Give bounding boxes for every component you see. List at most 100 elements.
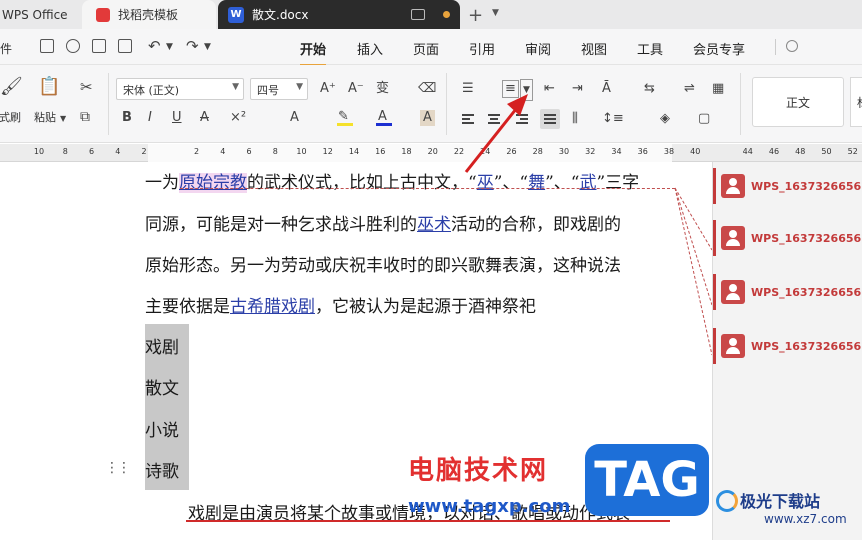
menu-member[interactable]: 会员专享 <box>693 39 745 58</box>
paragraph-line-3[interactable]: 原始形态。另一为劳动或庆祝丰收时的即兴歌舞表演，这种说法 <box>145 251 621 276</box>
line-spacing-icon[interactable]: ↕≡ <box>602 111 624 127</box>
align-center-button[interactable] <box>484 109 504 129</box>
share-icon[interactable] <box>66 39 80 53</box>
paragraph-line-1[interactable]: 一为原始宗教的武术仪式，比如上古中文，“巫”、“舞”、“武”三字 <box>145 168 639 193</box>
phonetic-guide-icon[interactable]: 变 <box>376 81 389 97</box>
hyperlink-wu-2[interactable]: 舞 <box>528 173 545 193</box>
show-marks-icon[interactable]: ⇌ <box>684 81 695 97</box>
style-normal[interactable]: 正文 <box>752 77 844 127</box>
text-effects-icon[interactable]: A <box>290 110 299 126</box>
paragraph-line-4[interactable]: 主要依据是古希腊戏剧，它被认为是起源于酒神祭祀 <box>145 292 536 317</box>
font-size-select[interactable]: 四号 ▼ <box>250 78 308 100</box>
comment-card[interactable]: WPS_1637326656 <box>713 328 862 364</box>
redo-chevron-icon[interactable]: ▼ <box>204 39 211 55</box>
distributed-align-icon[interactable]: ⫼ <box>572 111 578 127</box>
numbered-list-icon[interactable]: ≡ <box>502 80 519 98</box>
tab-template[interactable]: 找稻壳模板 <box>82 0 216 29</box>
screen-icon[interactable] <box>411 9 425 20</box>
character-shading-icon[interactable]: A <box>420 110 435 126</box>
copy-icon[interactable]: ⧉ <box>80 109 90 125</box>
text-run: ，它被认为是起源于酒神祭祀 <box>315 297 536 317</box>
avatar <box>721 174 745 198</box>
table-grid-icon[interactable]: ▦ <box>712 81 724 97</box>
menu-review[interactable]: 审阅 <box>525 39 551 58</box>
text-run: 同源，可能是对一种乞求战斗胜利的 <box>145 215 417 235</box>
format-painter-icon[interactable]: 🖌 <box>0 78 23 96</box>
ruler-tick: 8 <box>272 147 278 156</box>
borders-icon[interactable]: ▢ <box>698 111 710 127</box>
font-shrink-icon[interactable]: A⁻ <box>348 81 364 97</box>
font-size-value: 四号 <box>257 84 279 97</box>
text-direction-icon[interactable]: ⇆ <box>644 81 655 97</box>
undo-icon[interactable]: ↶ <box>148 38 161 54</box>
hyperlink-greek-drama[interactable]: 古希腊戏剧 <box>230 297 315 317</box>
menu-view[interactable]: 视图 <box>581 39 607 58</box>
text-run: 一为 <box>145 173 179 193</box>
chevron-down-icon[interactable]: ▼ <box>492 8 499 18</box>
font-name-select[interactable]: 宋体 (正文) ▼ <box>116 78 244 100</box>
print-preview-icon[interactable] <box>118 39 132 53</box>
hyperlink-primitive-religion[interactable]: 原始宗教 <box>179 173 247 193</box>
clear-format-icon[interactable]: ⌫ <box>418 81 436 97</box>
search-icon[interactable] <box>786 40 798 52</box>
ruler-tick: 10 <box>296 147 307 156</box>
menu-page[interactable]: 页面 <box>413 39 439 58</box>
undo-chevron-icon[interactable]: ▼ <box>166 39 173 55</box>
shading-icon[interactable]: ◈ <box>660 111 670 127</box>
list-item[interactable]: 散文 <box>145 374 179 399</box>
list-item[interactable]: 诗歌 <box>145 457 179 482</box>
align-left-button[interactable] <box>458 109 478 129</box>
hyperlink-wu-1[interactable]: 巫 <box>477 173 494 193</box>
numbered-list-chevron-icon[interactable]: ▼ <box>520 79 533 101</box>
tab-document[interactable]: W 散文.docx <box>218 0 460 29</box>
menu-home[interactable]: 开始 <box>300 39 327 66</box>
decrease-indent-icon[interactable]: ⇤ <box>544 81 555 97</box>
save-icon[interactable] <box>40 39 54 53</box>
comment-card[interactable]: WPS_1637326656 <box>713 274 862 310</box>
cut-icon[interactable]: ✂ <box>80 79 93 95</box>
menu-insert[interactable]: 插入 <box>357 39 383 58</box>
drag-handle-icon[interactable]: ⋮⋮ <box>105 460 131 476</box>
ruler-tick: 44 <box>742 147 753 156</box>
increase-indent-icon[interactable]: ⇥ <box>572 81 583 97</box>
tab-wps-office[interactable]: WPS Office <box>0 0 80 29</box>
tag-logo: TAG <box>585 444 709 516</box>
underline-icon[interactable]: U <box>172 110 182 126</box>
document-canvas[interactable]: 一为原始宗教的武术仪式，比如上古中文，“巫”、“舞”、“武”三字 同源，可能是对… <box>0 162 712 540</box>
menu-references[interactable]: 引用 <box>469 39 495 58</box>
comment-marker <box>713 274 716 310</box>
paste-label[interactable]: 粘贴 <box>34 109 56 125</box>
paste-icon[interactable]: 📋 <box>38 78 60 96</box>
comment-card[interactable]: WPS_1637326656 <box>713 220 862 256</box>
horizontal-ruler[interactable]: 10 8 6 4 2 2 4 6 8 10 12 14 16 18 20 22 24 26 28 30 32 34 36 38… <box>0 144 862 162</box>
paragraph-line-2[interactable]: 同源，可能是对一种乞求战斗胜利的巫术活动的合称，即戏剧的 <box>145 210 621 235</box>
align-right-button[interactable] <box>512 109 532 129</box>
text-run: 主要依据是 <box>145 297 230 317</box>
menu-tools[interactable]: 工具 <box>637 39 663 58</box>
redo-icon[interactable]: ↷ <box>186 38 199 54</box>
style-heading[interactable]: 标 <box>850 77 862 127</box>
font-grow-icon[interactable]: A⁺ <box>320 81 336 97</box>
text-run: ”三字 <box>596 173 640 193</box>
hyperlink-wu-3[interactable]: 武 <box>579 173 596 193</box>
list-item[interactable]: 小说 <box>145 416 179 441</box>
bold-icon[interactable]: B <box>122 110 132 126</box>
change-case-icon[interactable]: Ā <box>602 81 611 97</box>
ruler-tick: 18 <box>401 147 412 156</box>
ruler-tick: 40 <box>690 147 701 156</box>
strikethrough-icon[interactable]: A <box>200 110 209 126</box>
print-icon[interactable] <box>92 39 106 53</box>
format-painter-label[interactable]: 格式刷 <box>0 109 21 125</box>
menu-file[interactable]: 文件 <box>0 40 12 57</box>
justify-button[interactable] <box>540 109 560 129</box>
paste-chevron-icon[interactable]: ▼ <box>60 111 66 127</box>
italic-icon[interactable]: I <box>148 110 152 126</box>
list-item[interactable]: 戏剧 <box>145 333 179 358</box>
hyperlink-wushu[interactable]: 巫术 <box>417 215 451 235</box>
superscript-icon[interactable]: ×² <box>230 110 246 126</box>
new-tab-plus-icon[interactable]: + <box>468 5 483 26</box>
comment-card[interactable]: WPS_1637326656 <box>713 168 862 204</box>
bullet-list-icon[interactable]: ☰ <box>462 81 474 97</box>
ruler-tick: 26 <box>506 147 517 156</box>
ruler-tick: 30 <box>558 147 570 156</box>
